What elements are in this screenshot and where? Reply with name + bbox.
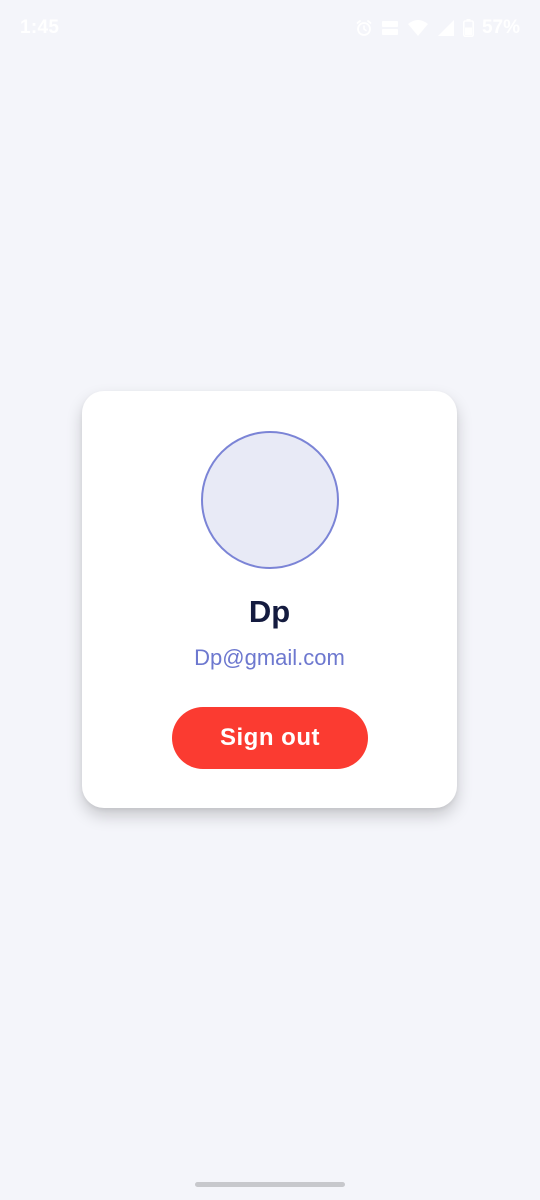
volte-icon [381,19,399,37]
home-indicator[interactable] [195,1182,345,1187]
signal-icon [437,19,455,37]
profile-card: Dp Dp@gmail.com Sign out [82,391,457,808]
sign-out-button[interactable]: Sign out [172,707,368,769]
battery-icon [462,19,474,37]
alarm-icon [355,19,373,37]
profile-name: Dp [248,594,291,629]
profile-email: Dp@gmail.com [194,645,345,670]
avatar[interactable] [201,431,339,569]
wifi-icon [407,19,429,37]
status-icons: 57% [355,17,520,39]
battery-percent: 57% [481,17,520,38]
status-time: 1:45 [20,17,60,38]
status-bar: 1:45 57% [0,0,540,56]
